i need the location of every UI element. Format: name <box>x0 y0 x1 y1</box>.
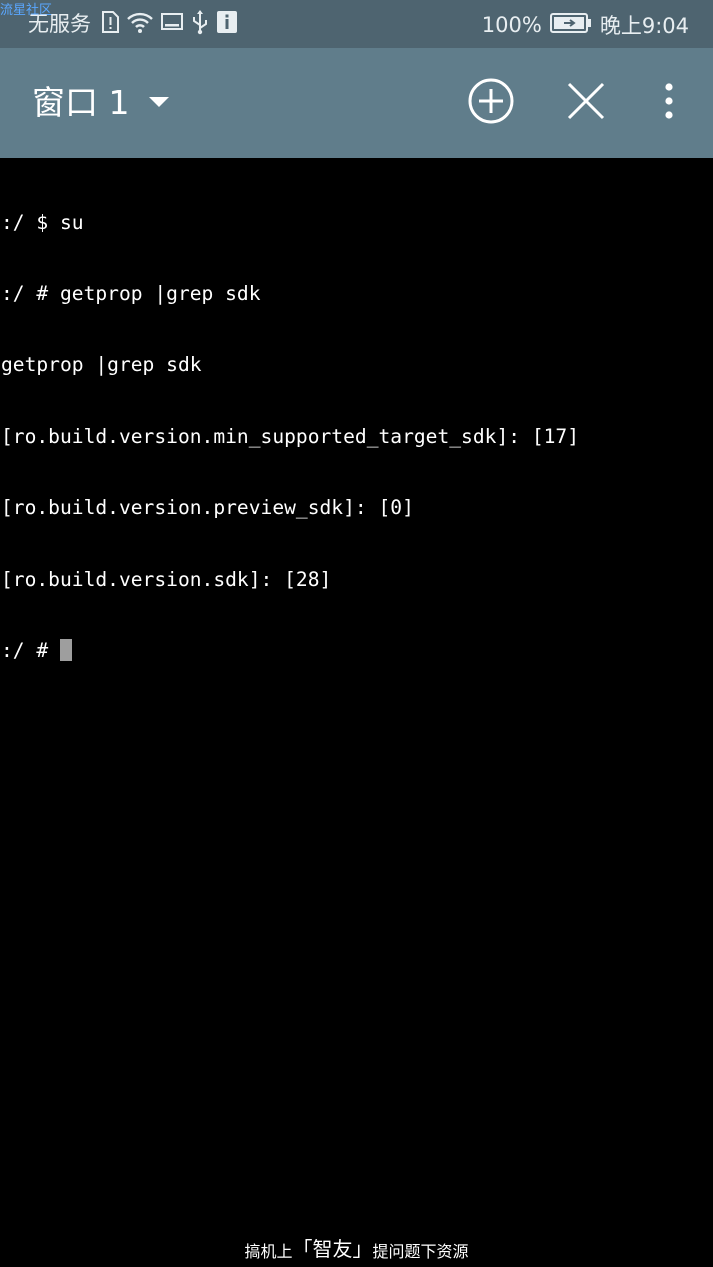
status-right: 100% 晚上9:04 <box>482 11 689 39</box>
terminal-line: [ro.build.version.min_supported_target_s… <box>1 424 580 448</box>
new-window-button[interactable] <box>466 78 516 128</box>
sim-alert-icon <box>100 10 120 38</box>
more-vert-icon <box>663 83 675 123</box>
terminal-cursor <box>59 638 72 661</box>
terminal-line: :/ $ su <box>1 210 84 234</box>
window-title: 窗口 1 <box>32 83 130 122</box>
watermark-brand: 「智友」 <box>292 1237 373 1261</box>
watermark-suffix: 提问题下资源 <box>372 1242 469 1261</box>
wifi-icon <box>126 10 154 38</box>
terminal-line: :/ # getprop |grep sdk <box>1 281 261 305</box>
status-bar: 流星社区 无服务 100% 晚上9:04 <box>0 0 713 48</box>
app-bar: 窗口 1 <box>0 48 713 158</box>
screen-cast-icon <box>160 10 184 38</box>
status-icons <box>100 10 238 38</box>
terminal-output: :/ $ su :/ # getprop |grep sdk getprop |… <box>1 163 579 710</box>
battery-percent: 100% <box>481 13 542 37</box>
bottom-watermark: 搞机上「智友」提问题下资源 <box>0 1234 713 1267</box>
terminal-line: [ro.build.version.preview_sdk]: [0] <box>1 496 414 520</box>
close-icon <box>566 81 606 125</box>
clock: 晚上9:04 <box>599 14 689 38</box>
terminal-line: [ro.build.version.sdk]: [28] <box>1 567 332 591</box>
usb-icon <box>190 9 210 39</box>
watermark-prefix: 搞机上 <box>244 1242 293 1261</box>
battery-charging-icon <box>549 12 592 39</box>
terminal-prompt: :/ # <box>1 638 60 662</box>
terminal-prompt-line: :/ # <box>1 638 579 663</box>
dropdown-arrow-icon <box>148 94 170 113</box>
overflow-menu-button[interactable] <box>644 78 694 128</box>
add-circle-icon <box>467 77 515 129</box>
terminal-view[interactable]: :/ $ su :/ # getprop |grep sdk getprop |… <box>0 158 713 1267</box>
terminal-line: getprop |grep sdk <box>1 353 202 377</box>
info-icon <box>216 10 238 38</box>
window-selector[interactable]: 窗口 1 <box>32 78 170 128</box>
close-window-button[interactable] <box>561 78 611 128</box>
carrier-label: 无服务 <box>28 12 91 36</box>
